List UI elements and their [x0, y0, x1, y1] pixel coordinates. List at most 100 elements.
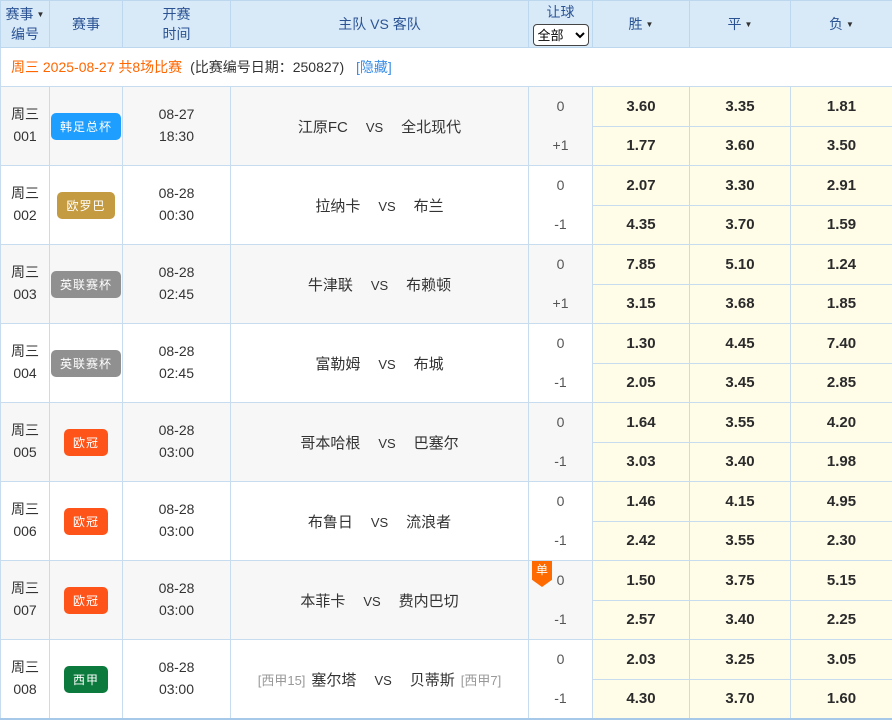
odds-win-line1[interactable]: 1.50 [593, 561, 690, 601]
handicap-value-line2: +1 [529, 126, 592, 165]
odds-win-line2[interactable]: 4.30 [593, 679, 690, 719]
handicap-value-line1: 0 [529, 324, 592, 363]
sort-arrow-icon[interactable]: ▼ [646, 20, 654, 29]
odds-lose-line2[interactable]: 1.59 [791, 205, 892, 245]
odds-win-line1[interactable]: 3.60 [593, 87, 690, 127]
vs-label: VS [378, 199, 395, 214]
odds-draw-line2[interactable]: 3.68 [690, 284, 791, 324]
odds-draw-line1[interactable]: 3.55 [690, 403, 791, 443]
odds-lose-line1[interactable]: 4.20 [791, 403, 892, 443]
match-number-cell: 周三 007 [1, 561, 50, 640]
odds-win-line1[interactable]: 1.30 [593, 324, 690, 364]
odds-draw-line2[interactable]: 3.40 [690, 442, 791, 482]
match-time: 00:30 [159, 207, 194, 223]
odds-lose-line1[interactable]: 1.81 [791, 87, 892, 127]
handicap-cell: 0 -1 [529, 324, 593, 403]
odds-draw-line2[interactable]: 3.70 [690, 679, 791, 719]
league-badge: 欧罗巴 [57, 192, 114, 219]
odds-win-line1[interactable]: 2.03 [593, 640, 690, 680]
column-header-handicap-label: 让球 [547, 4, 575, 20]
odds-lose-line1[interactable]: 2.91 [791, 166, 892, 206]
odds-lose-line2[interactable]: 3.50 [791, 126, 892, 166]
odds-win-line2[interactable]: 3.03 [593, 442, 690, 482]
match-row-line1: 周三 001 韩足总杯 08-27 18:30 江原FCVS全北现代 0 +1 … [1, 87, 892, 127]
match-weekday: 周三 [11, 501, 39, 517]
league-badge: 欧冠 [64, 587, 108, 614]
match-time: 02:45 [159, 286, 194, 302]
teams-cell: 拉纳卡VS布兰 [231, 166, 529, 245]
column-header-win[interactable]: 胜▼ [593, 1, 690, 48]
odds-draw-line2[interactable]: 3.40 [690, 600, 791, 640]
odds-draw-line2[interactable]: 3.55 [690, 521, 791, 561]
odds-draw-line1[interactable]: 4.45 [690, 324, 791, 364]
odds-draw-line1[interactable]: 4.15 [690, 482, 791, 522]
match-row-line1: 周三 006 欧冠 08-28 03:00 布鲁日VS流浪者 0 -1 1.46… [1, 482, 892, 522]
away-team-name: 布城 [414, 356, 444, 373]
odds-lose-line1[interactable]: 5.15 [791, 561, 892, 601]
column-header-draw[interactable]: 平▼ [690, 1, 791, 48]
league-cell: 英联赛杯 [50, 324, 123, 403]
teams-cell: 牛津联VS布赖顿 [231, 245, 529, 324]
sort-arrow-icon[interactable]: ▼ [846, 20, 854, 29]
hide-link[interactable]: [隐藏] [356, 59, 392, 75]
odds-draw-line1[interactable]: 5.10 [690, 245, 791, 285]
odds-lose-line1[interactable]: 1.24 [791, 245, 892, 285]
match-time: 03:00 [159, 681, 194, 697]
match-row-line1: 周三 007 欧冠 08-28 03:00 本菲卡VS费内巴切 单 0 -1 1… [1, 561, 892, 601]
odds-win-line2[interactable]: 3.15 [593, 284, 690, 324]
home-team-name: 牛津联 [308, 277, 353, 294]
odds-draw-line2[interactable]: 3.70 [690, 205, 791, 245]
handicap-cell: 0 +1 [529, 87, 593, 166]
handicap-value-line2: -1 [529, 600, 592, 639]
match-date: 08-28 [159, 185, 195, 201]
odds-lose-line2[interactable]: 1.60 [791, 679, 892, 719]
odds-win-line1[interactable]: 2.07 [593, 166, 690, 206]
odds-draw-line2[interactable]: 3.45 [690, 363, 791, 403]
teams-cell: 本菲卡VS费内巴切 [231, 561, 529, 640]
odds-lose-line1[interactable]: 4.95 [791, 482, 892, 522]
handicap-value-line1: 0 [529, 640, 592, 679]
handicap-cell: 单 0 -1 [529, 561, 593, 640]
odds-draw-line1[interactable]: 3.30 [690, 166, 791, 206]
odds-lose-line2[interactable]: 2.30 [791, 521, 892, 561]
odds-lose-line2[interactable]: 1.85 [791, 284, 892, 324]
odds-draw-line1[interactable]: 3.75 [690, 561, 791, 601]
handicap-value-line2: -1 [529, 442, 592, 481]
column-header-lose-label: 负 [829, 16, 843, 32]
sort-arrow-icon[interactable]: ▼ [745, 20, 753, 29]
match-number: 001 [13, 128, 36, 144]
vs-label: VS [378, 436, 395, 451]
odds-win-line1[interactable]: 1.64 [593, 403, 690, 443]
odds-win-line2[interactable]: 2.57 [593, 600, 690, 640]
home-team-name: 塞尔塔 [311, 672, 356, 689]
match-number-cell: 周三 002 [1, 166, 50, 245]
handicap-filter-select[interactable]: 全部 [533, 24, 589, 46]
column-header-league-label: 赛事 [72, 16, 100, 32]
handicap-value-line1: 0 [529, 482, 592, 521]
odds-win-line1[interactable]: 7.85 [593, 245, 690, 285]
odds-draw-line2[interactable]: 3.60 [690, 126, 791, 166]
away-team-name: 巴塞尔 [414, 435, 459, 452]
teams-cell: 布鲁日VS流浪者 [231, 482, 529, 561]
odds-lose-line1[interactable]: 3.05 [791, 640, 892, 680]
odds-win-line1[interactable]: 1.46 [593, 482, 690, 522]
column-header-lose[interactable]: 负▼ [791, 1, 892, 48]
odds-lose-line1[interactable]: 7.40 [791, 324, 892, 364]
column-header-match-number-label-line1: 赛事 [6, 6, 34, 22]
match-day-note: (比赛编号日期：250827) [190, 59, 344, 75]
sort-arrow-icon[interactable]: ▼ [37, 10, 45, 19]
odds-win-line2[interactable]: 4.35 [593, 205, 690, 245]
odds-draw-line1[interactable]: 3.25 [690, 640, 791, 680]
match-time: 03:00 [159, 523, 194, 539]
odds-win-line2[interactable]: 2.05 [593, 363, 690, 403]
odds-win-line2[interactable]: 2.42 [593, 521, 690, 561]
match-weekday: 周三 [11, 264, 39, 280]
odds-win-line2[interactable]: 1.77 [593, 126, 690, 166]
column-header-match-number[interactable]: 赛事▼ 编号 [1, 1, 50, 48]
odds-lose-line2[interactable]: 1.98 [791, 442, 892, 482]
match-number-cell: 周三 003 [1, 245, 50, 324]
odds-draw-line1[interactable]: 3.35 [690, 87, 791, 127]
match-number: 008 [13, 681, 36, 697]
odds-lose-line2[interactable]: 2.25 [791, 600, 892, 640]
odds-lose-line2[interactable]: 2.85 [791, 363, 892, 403]
